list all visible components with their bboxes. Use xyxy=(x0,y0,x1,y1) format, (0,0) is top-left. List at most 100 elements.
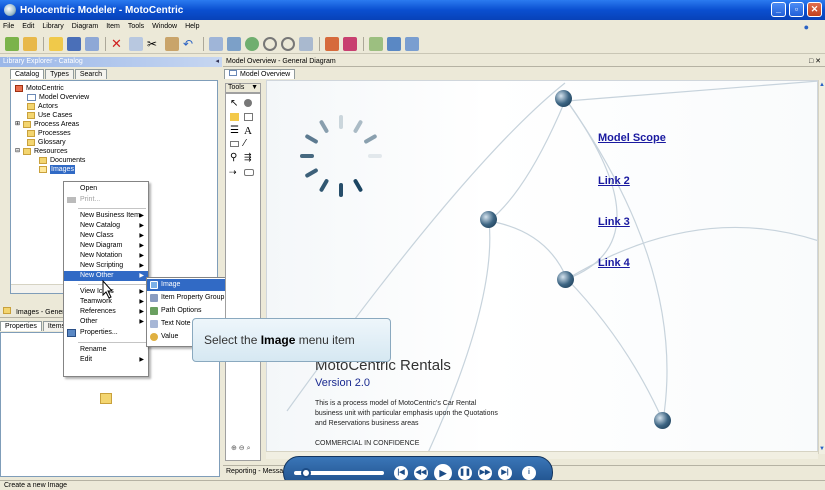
flow-tool-icon[interactable]: ⇶ xyxy=(244,152,252,163)
skip-start-icon[interactable]: |◀ xyxy=(394,466,408,480)
tree-item-documents[interactable]: Documents xyxy=(39,156,85,165)
diagram-node[interactable] xyxy=(557,271,574,288)
delete-icon[interactable]: ✕ xyxy=(111,36,125,51)
tree-item-processes[interactable]: Processes xyxy=(27,129,71,138)
link-tool-icon[interactable]: ⇢ xyxy=(229,167,237,178)
export-icon[interactable] xyxy=(343,36,357,51)
menu-item-edit[interactable]: Edit ▶ xyxy=(64,355,148,365)
list-tool-icon[interactable]: ☰ xyxy=(230,125,239,136)
menu-tools[interactable]: Tools xyxy=(128,23,144,30)
menu-item-new-diagram[interactable]: New Diagram ▶ xyxy=(64,241,148,251)
rewind-icon[interactable]: ◀◀ xyxy=(414,466,428,480)
tree-item-actors[interactable]: Actors xyxy=(27,102,58,111)
image-tool-icon[interactable] xyxy=(244,113,253,121)
menu-item-references[interactable]: References ▶ xyxy=(64,307,148,317)
open-icon[interactable] xyxy=(23,36,37,51)
tab-properties[interactable]: Properties xyxy=(0,321,42,331)
pause-icon[interactable]: ❚❚ xyxy=(458,466,472,480)
pin-icon[interactable]: ◂ xyxy=(215,57,219,67)
menu-help[interactable]: Help xyxy=(185,23,199,30)
folder-tool-icon[interactable] xyxy=(230,113,239,121)
menu-library[interactable]: Library xyxy=(42,23,63,30)
minimize-button[interactable]: _ xyxy=(771,2,786,17)
tools-dropdown[interactable]: Tools ▼ xyxy=(225,83,261,93)
panel-close-icon[interactable]: □ ✕ xyxy=(809,57,821,67)
maximize-button[interactable]: ▫ xyxy=(789,2,804,17)
tab-catalog[interactable]: Catalog xyxy=(10,69,45,79)
new-icon[interactable] xyxy=(5,36,19,51)
tab-model-overview[interactable]: Model Overview xyxy=(224,69,296,79)
menu-item-new-business-item[interactable]: New Business Item ▶ xyxy=(64,211,148,221)
cut-icon[interactable]: ✂ xyxy=(147,37,161,51)
tab-search[interactable]: Search xyxy=(74,69,108,79)
refresh-icon[interactable] xyxy=(245,36,259,51)
menu-window[interactable]: Window xyxy=(152,23,177,30)
link-model-scope[interactable]: Model Scope xyxy=(598,132,666,144)
menu-item[interactable]: Item xyxy=(106,23,120,30)
submenu-item-label: Value xyxy=(161,333,179,340)
menu-item-new-scripting[interactable]: New Scripting ▶ xyxy=(64,261,148,271)
link-3[interactable]: Link 3 xyxy=(598,216,630,228)
menu-diagram[interactable]: Diagram xyxy=(72,23,98,30)
menu-file[interactable]: File xyxy=(3,23,14,30)
title-bar[interactable]: Holocentric Modeler - MotoCentric _ ▫ ✕ xyxy=(0,0,825,20)
line-tool-icon[interactable]: ⁄ xyxy=(244,138,246,149)
link-4[interactable]: Link 4 xyxy=(598,257,630,269)
menu-item-new-class[interactable]: New Class ▶ xyxy=(64,231,148,241)
copy-icon[interactable] xyxy=(129,36,143,51)
tree-item-images[interactable]: Images xyxy=(39,165,75,174)
key-tool-icon[interactable]: ⚲ xyxy=(230,152,237,163)
menu-item-print[interactable]: Print... xyxy=(64,195,148,205)
tree-item-process-areas[interactable]: ⊞ Process Areas xyxy=(15,120,79,129)
menu-item-other[interactable]: Other ▶ xyxy=(64,317,148,327)
skip-end-icon[interactable]: ▶| xyxy=(498,466,512,480)
menu-item-properties[interactable]: Properties... xyxy=(64,328,148,338)
undo-icon[interactable]: ↶ xyxy=(183,37,197,51)
tree-item-resources[interactable]: ⊟ Resources xyxy=(15,147,68,156)
expand-icon[interactable]: ⊞ xyxy=(15,120,20,129)
target-icon[interactable] xyxy=(281,36,295,51)
progress-thumb[interactable] xyxy=(301,468,311,478)
diagram-node[interactable] xyxy=(555,90,572,107)
scroll-up-icon[interactable]: ▲ xyxy=(819,82,825,88)
save-all-icon[interactable] xyxy=(85,36,99,51)
report-icon[interactable] xyxy=(405,36,419,51)
link-2[interactable]: Link 2 xyxy=(598,175,630,187)
menu-item-new-catalog[interactable]: New Catalog ▶ xyxy=(64,221,148,231)
menu-item-new-notation[interactable]: New Notation ▶ xyxy=(64,251,148,261)
note-tool-icon[interactable] xyxy=(230,141,239,147)
diagram-canvas[interactable]: Model Scope Link 2 Link 3 Link 4 MotoCen… xyxy=(266,80,818,454)
diagram-icon[interactable] xyxy=(209,36,223,51)
grid-icon[interactable] xyxy=(299,36,313,51)
collapse-icon[interactable]: ⊟ xyxy=(15,147,20,156)
scroll-down-icon[interactable]: ▼ xyxy=(819,446,825,452)
tree-item-model-overview[interactable]: Model Overview xyxy=(27,93,89,102)
menu-item-rename[interactable]: Rename xyxy=(64,345,148,355)
menu-item-open[interactable]: Open xyxy=(64,184,148,194)
tree-item-use-cases[interactable]: Use Cases xyxy=(27,111,72,120)
circle-icon[interactable] xyxy=(263,36,277,51)
help-icon[interactable]: ● xyxy=(804,22,809,32)
folder-icon[interactable] xyxy=(49,36,63,51)
diagram-node[interactable] xyxy=(654,412,671,429)
info-icon[interactable]: i xyxy=(522,466,536,480)
save-icon[interactable] xyxy=(67,36,81,51)
circle-tool-icon[interactable] xyxy=(244,99,252,107)
diagram-node[interactable] xyxy=(480,211,497,228)
tree-item-motocentric[interactable]: MotoCentric xyxy=(15,84,64,93)
tree-item-glossary[interactable]: Glossary xyxy=(27,138,66,147)
chart-icon[interactable] xyxy=(387,36,401,51)
catalog-icon[interactable] xyxy=(227,36,241,51)
zoom-icon[interactable]: ⊕ ⊖ ⌕ xyxy=(231,444,251,453)
forward-icon[interactable]: ▶▶ xyxy=(478,466,492,480)
close-button[interactable]: ✕ xyxy=(807,2,822,17)
tab-types[interactable]: Types xyxy=(45,69,74,79)
menu-edit[interactable]: Edit xyxy=(22,23,34,30)
rectangle-tool-icon[interactable] xyxy=(244,169,254,176)
publish-icon[interactable] xyxy=(325,36,339,51)
tree-icon[interactable] xyxy=(369,36,383,51)
pointer-tool-icon[interactable]: ↖ xyxy=(230,98,238,109)
canvas-vertical-scrollbar[interactable]: ▲ ▼ xyxy=(818,80,825,454)
text-tool-icon[interactable]: A xyxy=(244,125,252,137)
paste-icon[interactable] xyxy=(165,36,179,51)
